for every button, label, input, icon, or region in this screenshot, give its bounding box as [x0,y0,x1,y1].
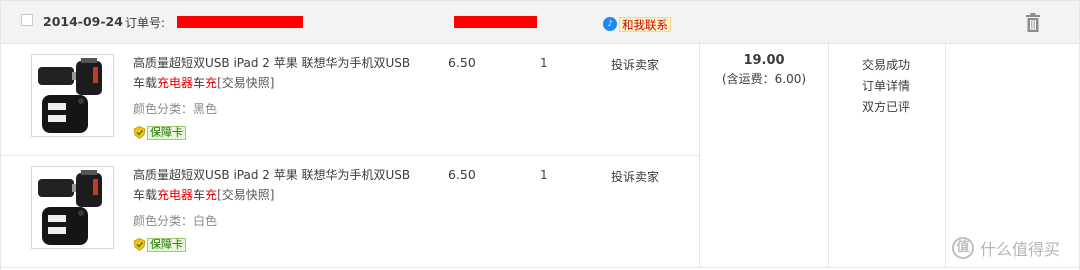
car-charger-image [38,170,102,245]
status-both-reviewed: 双方已评 [862,100,911,114]
order-date: 2014-09-24 [43,14,123,29]
order-total: 19.00 (含运费：6.00) [700,52,828,88]
order-details-link[interactable]: 订单详情 [862,76,910,97]
title-keyword[interactable]: 充 [205,188,217,202]
unit-price: 6.50 [448,167,476,182]
order-number-label: 订单号: [125,16,166,30]
title-keyword[interactable]: 充电器 [157,76,193,90]
order-header: 2014-09-24 订单号: ♪ 和我联系 [0,0,1080,44]
product-title[interactable]: 高质量超短双USB iPad 2 苹果 联想华为手机双USB 车载充电器车充[交… [133,165,423,205]
chat-icon: ♪ [603,17,617,31]
watermark-logo-icon: 值 [952,237,974,259]
title-keyword[interactable]: 充电器 [157,188,193,202]
order-checkbox[interactable] [21,14,33,26]
badge-label[interactable]: 保障卡 [147,125,186,140]
product-title[interactable]: 高质量超短双USB iPad 2 苹果 联想华为手机双USB 车载充电器车充[交… [133,53,423,93]
title-text[interactable]: 高质量超短双USB iPad 2 苹果 联想华为手机双USB [133,56,410,70]
order-card: 2014-09-24 订单号: ♪ 和我联系 高质量超短双USB iPad 2 … [0,0,1080,270]
snapshot-link[interactable]: [交易快照] [217,188,274,202]
car-charger-image [38,58,102,133]
redacted-order-number [177,16,303,28]
guarantee-badge[interactable]: 保障卡 [133,237,186,252]
divider-actions [945,44,946,268]
unit-price: 6.50 [448,55,476,70]
snapshot-link[interactable]: [交易快照] [217,76,274,90]
shield-icon [133,238,146,251]
quantity: 1 [540,56,548,70]
title-text[interactable]: 高质量超短双USB iPad 2 苹果 联想华为手机双USB [133,168,410,182]
product-thumbnail[interactable] [31,166,114,249]
title-keyword[interactable]: 充 [205,76,217,90]
shipping-fee: (含运费：6.00) [721,72,807,86]
trash-icon[interactable] [1025,13,1041,32]
title-text[interactable]: 车 [193,188,205,202]
quantity: 1 [540,168,548,182]
title-text[interactable]: 车载 [133,188,157,202]
title-text[interactable]: 车载 [133,76,157,90]
divider-status [828,44,829,268]
order-item: 高质量超短双USB iPad 2 苹果 联想华为手机双USB 车载充电器车充[交… [0,156,700,266]
title-text[interactable]: 车 [193,76,205,90]
badge-label[interactable]: 保障卡 [147,237,186,252]
sku-color: 颜色分类：白色 [133,214,218,228]
sku-color: 颜色分类：黑色 [133,102,218,116]
redacted-seller-name [454,16,537,28]
contact-seller[interactable]: ♪ 和我联系 [603,16,671,32]
order-item: 高质量超短双USB iPad 2 苹果 联想华为手机双USB 车载充电器车充[交… [0,44,700,154]
product-thumbnail[interactable] [31,54,114,137]
border-bottom [0,267,1080,268]
contact-link[interactable]: 和我联系 [619,16,671,32]
shield-icon [133,126,146,139]
site-watermark: 值 什么值得买 [952,236,1060,260]
status-trade-success: 交易成功 [862,58,911,72]
total-amount: 19.00 [743,53,785,68]
watermark-text: 什么值得买 [980,240,1061,259]
order-status: 交易成功 订单详情 双方已评 [862,55,910,118]
complain-seller-link[interactable]: 投诉卖家 [611,168,659,185]
guarantee-badge[interactable]: 保障卡 [133,125,186,140]
complain-seller-link[interactable]: 投诉卖家 [611,56,659,73]
